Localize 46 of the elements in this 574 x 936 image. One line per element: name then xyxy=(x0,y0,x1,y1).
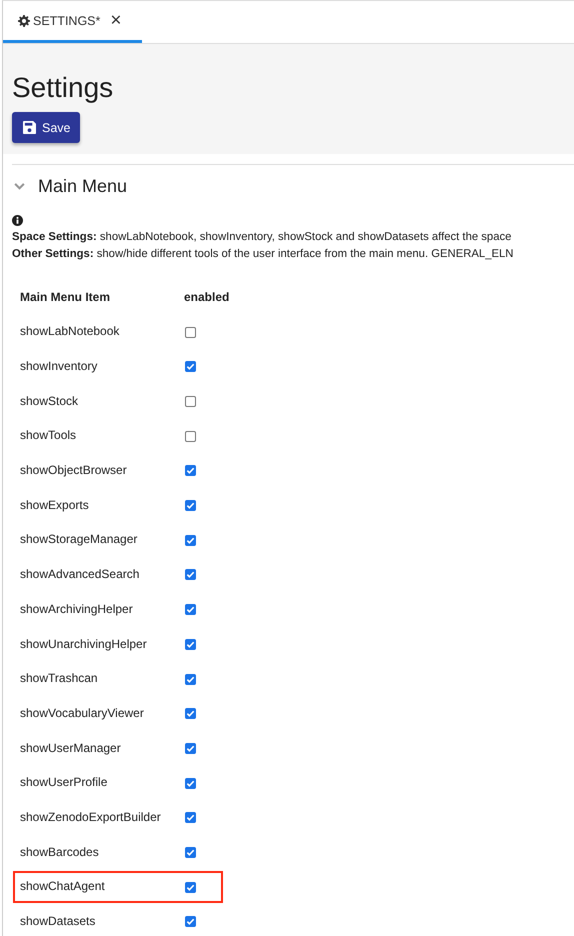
checkbox[interactable] xyxy=(185,500,196,512)
checkbox[interactable] xyxy=(185,604,196,616)
table-cell: showDatasets xyxy=(20,914,96,928)
checkbox[interactable] xyxy=(185,882,196,893)
table-cell: showBarcodes xyxy=(20,844,99,859)
table-cell: showUnarchivingHelper xyxy=(20,636,147,651)
checkbox[interactable] xyxy=(185,812,196,824)
gear-icon xyxy=(18,14,30,26)
section-title[interactable]: Main Menu xyxy=(38,176,128,197)
checkbox[interactable] xyxy=(185,430,196,442)
column-header: enabled xyxy=(183,288,230,306)
checkbox[interactable] xyxy=(185,465,196,476)
table-cell: showTrashcan xyxy=(20,671,98,686)
checkbox[interactable] xyxy=(185,326,196,338)
table-cell: showExports xyxy=(20,498,89,512)
checkbox[interactable] xyxy=(185,361,196,372)
checkbox[interactable] xyxy=(185,916,196,928)
checkbox[interactable] xyxy=(185,778,196,789)
table-cell: showStorageManager xyxy=(20,532,138,546)
column-header: Main Menu Item xyxy=(19,288,112,306)
checkbox[interactable] xyxy=(185,638,196,650)
table-cell: showUserManager xyxy=(20,740,121,755)
table-cell: showTools xyxy=(20,428,76,442)
info-text: Other Settings: show/hide different tools of the user interface from the main menu. GENERAL_ELN xyxy=(12,247,514,262)
table-cell: showInventory xyxy=(20,359,98,374)
table-cell: showStock xyxy=(20,394,78,408)
table-cell: showChatAgent xyxy=(20,879,105,894)
table-cell: showObjectBrowser xyxy=(20,463,127,478)
checkbox[interactable] xyxy=(185,674,196,685)
checkbox[interactable] xyxy=(185,534,196,546)
checkbox[interactable] xyxy=(185,396,196,408)
table-cell: showUserProfile xyxy=(20,775,108,790)
checkbox[interactable] xyxy=(185,708,196,720)
page-title: Settings xyxy=(12,72,114,104)
save-button[interactable]: Save xyxy=(12,112,80,143)
table-cell: showArchivingHelper xyxy=(20,602,133,616)
checkbox[interactable] xyxy=(185,846,196,858)
close-button[interactable]: × xyxy=(110,11,122,30)
info-text: Space Settings: showLabNotebook, showInventory, showStock and showDatasets affect the space xyxy=(12,230,512,245)
checkbox[interactable] xyxy=(185,742,196,754)
checkbox[interactable] xyxy=(185,569,196,580)
table-cell: showLabNotebook xyxy=(20,324,120,338)
table-cell: showZenodoExportBuilder xyxy=(20,810,161,824)
info-icon xyxy=(12,215,23,226)
table-cell: showVocabularyViewer xyxy=(20,706,144,720)
table-cell: showAdvancedSearch xyxy=(20,567,140,582)
